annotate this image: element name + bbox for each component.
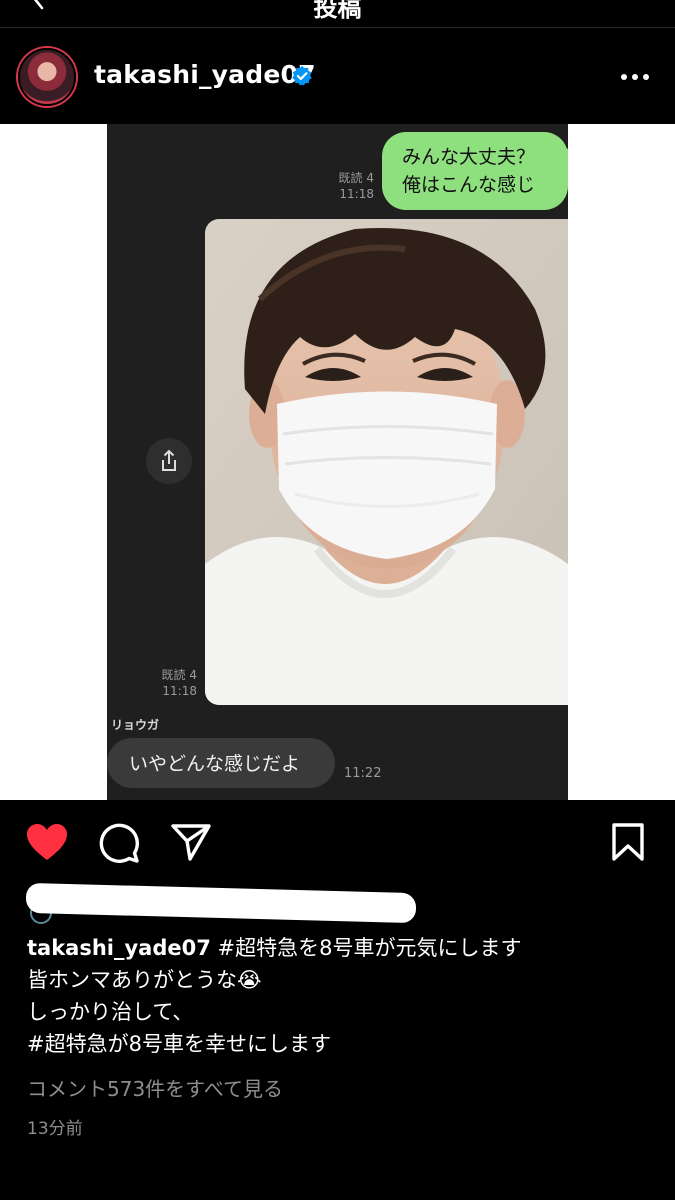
selfie-illustration bbox=[205, 219, 568, 705]
read-receipt-1: 既読 4 11:18 bbox=[312, 170, 374, 202]
view-all-comments-link[interactable]: コメント573件をすべて見る bbox=[27, 1073, 283, 1102]
caption-line: 皆ホンマありがとうな😭 bbox=[27, 968, 262, 992]
post-username[interactable]: takashi_yade07 bbox=[94, 60, 316, 89]
caption-username[interactable]: takashi_yade07 bbox=[27, 936, 211, 960]
top-nav: 投稿 bbox=[0, 0, 675, 28]
read-label: 既読 4 bbox=[161, 668, 197, 682]
bookmark-icon[interactable] bbox=[610, 822, 646, 862]
caption-hashtag[interactable]: #超特急が8号車を幸せにします bbox=[27, 1028, 657, 1060]
selfie-photo bbox=[205, 219, 568, 705]
share-button bbox=[146, 438, 192, 484]
message-line: みんな大丈夫？ bbox=[402, 146, 536, 168]
share-send-icon[interactable] bbox=[170, 822, 212, 862]
post-header: takashi_yade07 bbox=[0, 28, 675, 124]
outgoing-message-bubble: みんな大丈夫？ 俺はこんな感じ bbox=[382, 132, 568, 210]
read-time: 11:18 bbox=[162, 684, 197, 698]
chat-screenshot: 既読 4 11:18 みんな大丈夫？ 俺はこんな感じ 既読 4 11:18 リョ… bbox=[107, 124, 568, 800]
post-image[interactable]: 既読 4 11:18 みんな大丈夫？ 俺はこんな感じ 既読 4 11:18 リョ… bbox=[0, 124, 675, 800]
post-timestamp: 13分前 bbox=[27, 1119, 83, 1139]
redaction-scribble bbox=[26, 882, 416, 924]
liked-by-row[interactable] bbox=[26, 882, 416, 924]
verified-badge-icon bbox=[292, 65, 312, 86]
read-time: 11:18 bbox=[339, 187, 374, 201]
read-receipt-2: 既読 4 11:18 bbox=[135, 667, 197, 699]
reply-time: 11:22 bbox=[344, 766, 382, 781]
caption-hashtag[interactable]: #超特急を8号車が元気にします bbox=[218, 936, 522, 960]
message-line: 俺はこんな感じ bbox=[402, 174, 536, 196]
comment-icon[interactable] bbox=[98, 822, 140, 864]
reply-sender-name: リョウガ bbox=[111, 718, 160, 732]
caption-line: takashi_yade07 #超特急を8号車が元気にします bbox=[27, 932, 657, 964]
incoming-message-bubble: いやどんな感じだよ bbox=[107, 738, 335, 788]
avatar[interactable] bbox=[18, 48, 76, 106]
page-title: 投稿 bbox=[313, 0, 362, 22]
caption: takashi_yade07 #超特急を8号車が元気にします 皆ホンマありがとう… bbox=[27, 932, 657, 1060]
more-options-icon[interactable] bbox=[620, 72, 650, 82]
action-bar bbox=[0, 800, 675, 880]
share-icon bbox=[162, 449, 176, 471]
caption-line: しっかり治して、 bbox=[27, 1000, 194, 1024]
heart-icon[interactable] bbox=[25, 822, 69, 862]
read-label: 既読 4 bbox=[338, 171, 374, 185]
